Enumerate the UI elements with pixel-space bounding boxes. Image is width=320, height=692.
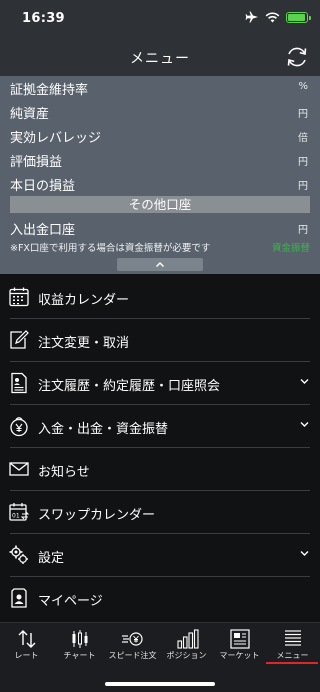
mail-icon [9,462,29,476]
account-row-label: 証拠金維持率 [10,83,89,98]
account-row-unrealized-pl: 評価損益 円 [0,148,320,172]
account-summary-panel: 証拠金維持率 % 純資産 円 実効レバレッジ 倍 評価損益 円 本日の損益 円 … [0,76,320,274]
other-accounts-banner: その他口座 [10,196,310,213]
yen-coin-icon [10,417,28,437]
newspaper-icon [230,629,250,649]
menu-item-deposit-withdraw[interactable]: 入金・出金・資金振替 [0,405,320,448]
account-row-label: 入出金口座 [10,223,76,238]
account-row-unit: 倍 [298,133,308,144]
account-row-label: 評価損益 [10,155,63,170]
menu-item-notices[interactable]: お知らせ [0,448,320,491]
account-row-unit: % [298,81,308,92]
rate-arrows-icon [18,630,36,648]
chevron-up-icon [155,261,165,268]
menu-item-order-change[interactable]: 注文変更・取消 [0,319,320,362]
menu-item-label: スワップカレンダー [38,508,156,523]
header: メニュー [0,38,320,76]
menu-item-profit-calendar[interactable]: 収益カレンダー [0,276,320,319]
tab-speed-order[interactable]: スピード注文 [106,623,159,673]
tab-label: マーケット [219,651,260,660]
account-row-unit: 円 [298,225,308,236]
document-icon [11,372,27,394]
collapse-button[interactable] [117,258,203,271]
transfer-note: ※FX口座で利用する場合は資金振替が必要です [10,243,211,254]
account-row-label: 本日の損益 [10,179,76,194]
tab-menu[interactable]: メニュー [266,623,319,673]
menu-item-mypage[interactable]: マイページ [0,577,320,620]
account-row-net-assets: 純資産 円 [0,100,320,124]
account-row-label: 純資産 [10,107,50,122]
battery-level [288,13,305,21]
menu-item-label: 入金・出金・資金振替 [38,422,169,437]
wifi-icon [265,11,280,22]
battery-icon [286,11,311,23]
mypage-icon [11,588,27,608]
edit-icon [10,330,29,349]
status-bar: 16:39 [0,0,320,38]
account-row-unit: 円 [298,157,308,168]
refresh-icon[interactable] [284,44,310,70]
fund-transfer-link[interactable]: 資金振替 [272,240,310,254]
home-indicator[interactable] [105,682,215,686]
tab-chart[interactable]: チャート [53,623,106,673]
tab-label: スピード注文 [108,651,157,660]
chevron-down-icon [300,379,309,384]
chevron-down-icon [300,422,309,427]
candlestick-icon [72,630,88,648]
swap-calendar-icon: 01 [9,503,30,521]
active-tab-indicator [266,662,318,664]
speed-order-icon [122,632,143,646]
tab-label: メニュー [276,651,309,660]
menu-list: 収益カレンダー 注文変更・取消 注文履歴・約定履歴・口座照会 入金・出金・資金振… [0,276,320,622]
menu-item-label: 収益カレンダー [38,293,130,308]
menu-item-label: マイページ [38,594,103,609]
gear-icon [9,545,28,564]
menu-list-icon [285,630,301,646]
menu-item-label: 設定 [38,551,65,566]
svg-text:01: 01 [12,513,20,520]
menu-item-label: 注文履歴・約定履歴・口座照会 [38,379,221,394]
menu-item-order-history[interactable]: 注文履歴・約定履歴・口座照会 [0,362,320,405]
airplane-icon [245,11,258,23]
account-row-label: 実効レバレッジ [10,131,102,146]
position-bars-icon [177,629,199,649]
tab-rate[interactable]: レート [0,623,53,673]
tab-position[interactable]: ポジション [160,623,213,673]
account-row-leverage: 実効レバレッジ 倍 [0,124,320,148]
menu-item-label: 注文変更・取消 [38,336,130,351]
tab-label: レート [14,651,39,660]
account-row-margin-ratio: 証拠金維持率 % [0,76,320,100]
page-title: メニュー [130,51,190,67]
account-row-today-pl: 本日の損益 円 [0,172,320,196]
tab-label: ポジション [166,651,207,660]
calendar-icon [9,287,29,307]
status-time: 16:39 [22,11,65,26]
account-row-unit: 円 [298,181,308,192]
tab-label: チャート [63,651,96,660]
tab-market[interactable]: マーケット [213,623,266,673]
menu-item-label: お知らせ [38,465,90,480]
account-row-deposit: 入出金口座 円 [0,216,320,240]
chevron-down-icon [300,551,309,556]
menu-item-swap-calendar[interactable]: 01 スワップカレンダー [0,491,320,534]
account-row-unit: 円 [298,109,308,120]
menu-item-settings[interactable]: 設定 [0,534,320,577]
status-icons [245,11,311,23]
